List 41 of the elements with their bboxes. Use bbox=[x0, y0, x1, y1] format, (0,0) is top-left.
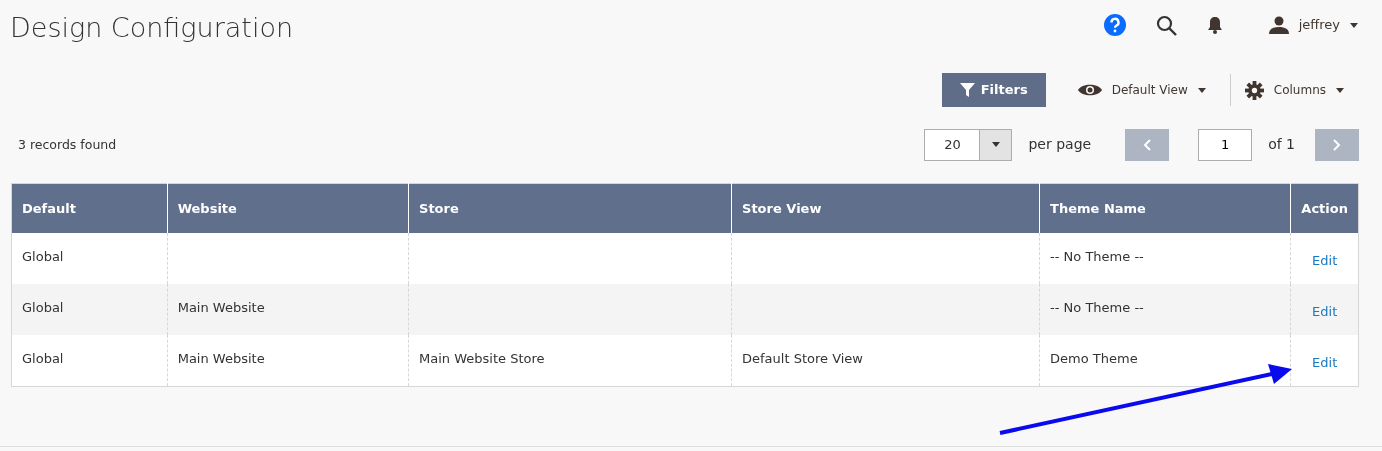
view-dropdown[interactable]: Default View bbox=[1077, 81, 1206, 100]
chevron-right-icon bbox=[1333, 138, 1341, 151]
caret-icon bbox=[1197, 87, 1206, 93]
table-cell: Default Store View bbox=[742, 351, 863, 367]
help-icon[interactable] bbox=[1103, 14, 1126, 36]
table-cell: Main Website Store bbox=[419, 351, 545, 367]
column-header[interactable]: Store bbox=[419, 200, 459, 216]
table-cell: Global bbox=[22, 249, 64, 265]
user-menu[interactable]: jeffrey bbox=[1268, 15, 1358, 35]
chevron-left-icon bbox=[1143, 138, 1152, 151]
user-icon bbox=[1268, 16, 1289, 34]
records-count: 3 records found bbox=[18, 135, 117, 154]
caret-icon bbox=[991, 142, 1000, 148]
table-cell: -- No Theme -- bbox=[1050, 249, 1144, 265]
column-header[interactable]: Theme Name bbox=[1050, 200, 1146, 216]
filters-button[interactable]: Filters bbox=[941, 73, 1046, 107]
page-size-select[interactable]: 20 bbox=[924, 128, 1013, 161]
eye-icon bbox=[1077, 83, 1102, 98]
caret-icon bbox=[1350, 22, 1358, 28]
column-header[interactable]: Default bbox=[22, 200, 76, 216]
table-cell: Demo Theme bbox=[1050, 351, 1138, 367]
table-cell: Global bbox=[22, 300, 64, 316]
table-cell: -- No Theme -- bbox=[1050, 300, 1144, 316]
page-total-label: of 1 bbox=[1268, 135, 1295, 155]
table-cell: Main Website bbox=[177, 351, 265, 367]
columns-dropdown[interactable]: Columns bbox=[1244, 80, 1344, 100]
edit-link[interactable]: Edit bbox=[1312, 353, 1338, 373]
table-cell: Main Website bbox=[177, 300, 265, 316]
page-title: Design Configuration bbox=[10, 12, 294, 45]
table-cell: Global bbox=[22, 351, 64, 367]
edit-link[interactable]: Edit bbox=[1312, 302, 1338, 322]
column-header[interactable]: Store View bbox=[742, 200, 822, 216]
filter-icon bbox=[959, 83, 975, 98]
notification-bell-icon[interactable] bbox=[1206, 16, 1223, 34]
column-header[interactable]: Website bbox=[177, 200, 237, 216]
caret-icon bbox=[1336, 87, 1344, 93]
edit-link[interactable]: Edit bbox=[1312, 251, 1338, 271]
gear-icon bbox=[1244, 80, 1264, 100]
page-number-field[interactable]: 1 bbox=[1198, 128, 1253, 161]
search-icon[interactable] bbox=[1155, 14, 1177, 36]
per-page-label: per page bbox=[1028, 135, 1092, 155]
